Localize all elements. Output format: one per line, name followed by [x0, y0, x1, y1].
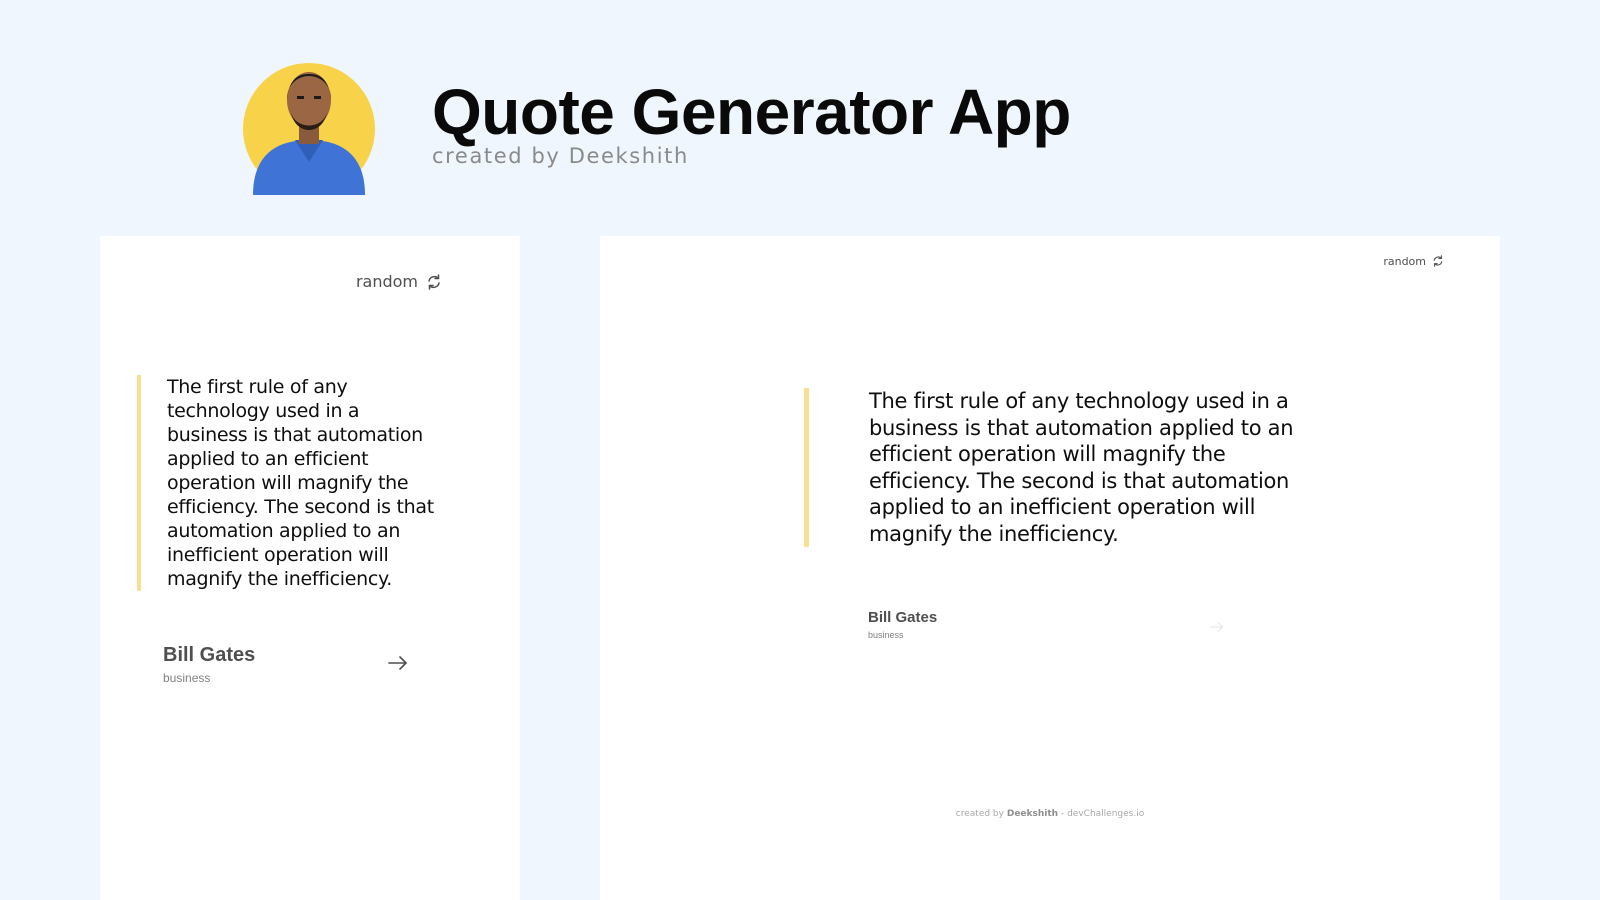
arrow-right-icon: [1210, 622, 1224, 632]
footer-author: Deekshith: [1006, 809, 1059, 819]
random-button[interactable]: random: [1383, 254, 1444, 268]
author-genre: business: [868, 630, 904, 640]
header: Quote Generator App created by Deekshith: [0, 0, 1600, 230]
refresh-icon: [1433, 255, 1443, 267]
random-button[interactable]: random: [356, 272, 442, 291]
author-button[interactable]: Bill Gates business: [868, 608, 1228, 648]
quote-text: The first rule of any technology used in…: [869, 389, 1294, 546]
author-name: Bill Gates: [868, 609, 938, 626]
footer-site-link[interactable]: devChallenges.io: [1067, 809, 1144, 819]
footer-prefix: created by: [955, 809, 1004, 819]
footer-separator: -: [1060, 809, 1065, 819]
avatar: [243, 63, 375, 195]
quote-block: The first rule of any technology used in…: [804, 388, 1309, 547]
page-subtitle: created by Deekshith: [432, 144, 689, 168]
quote-block: The first rule of any technology used in…: [137, 375, 437, 591]
random-label: random: [1383, 254, 1426, 268]
page-title: Quote Generator App: [432, 76, 1071, 148]
refresh-icon: [428, 273, 440, 290]
author-name: Bill Gates: [163, 644, 256, 666]
mobile-preview-card: random The first rule of any technology …: [100, 236, 520, 900]
author-button[interactable]: Bill Gates business: [163, 642, 408, 702]
arrow-right-icon: [388, 656, 407, 670]
author-genre: business: [163, 671, 211, 685]
quote-text: The first rule of any technology used in…: [167, 376, 434, 590]
desktop-preview-card: random The first rule of any technology …: [600, 236, 1500, 900]
footer-credit: created by Deekshith - devChallenges.io: [600, 809, 1500, 819]
random-label: random: [355, 272, 418, 291]
